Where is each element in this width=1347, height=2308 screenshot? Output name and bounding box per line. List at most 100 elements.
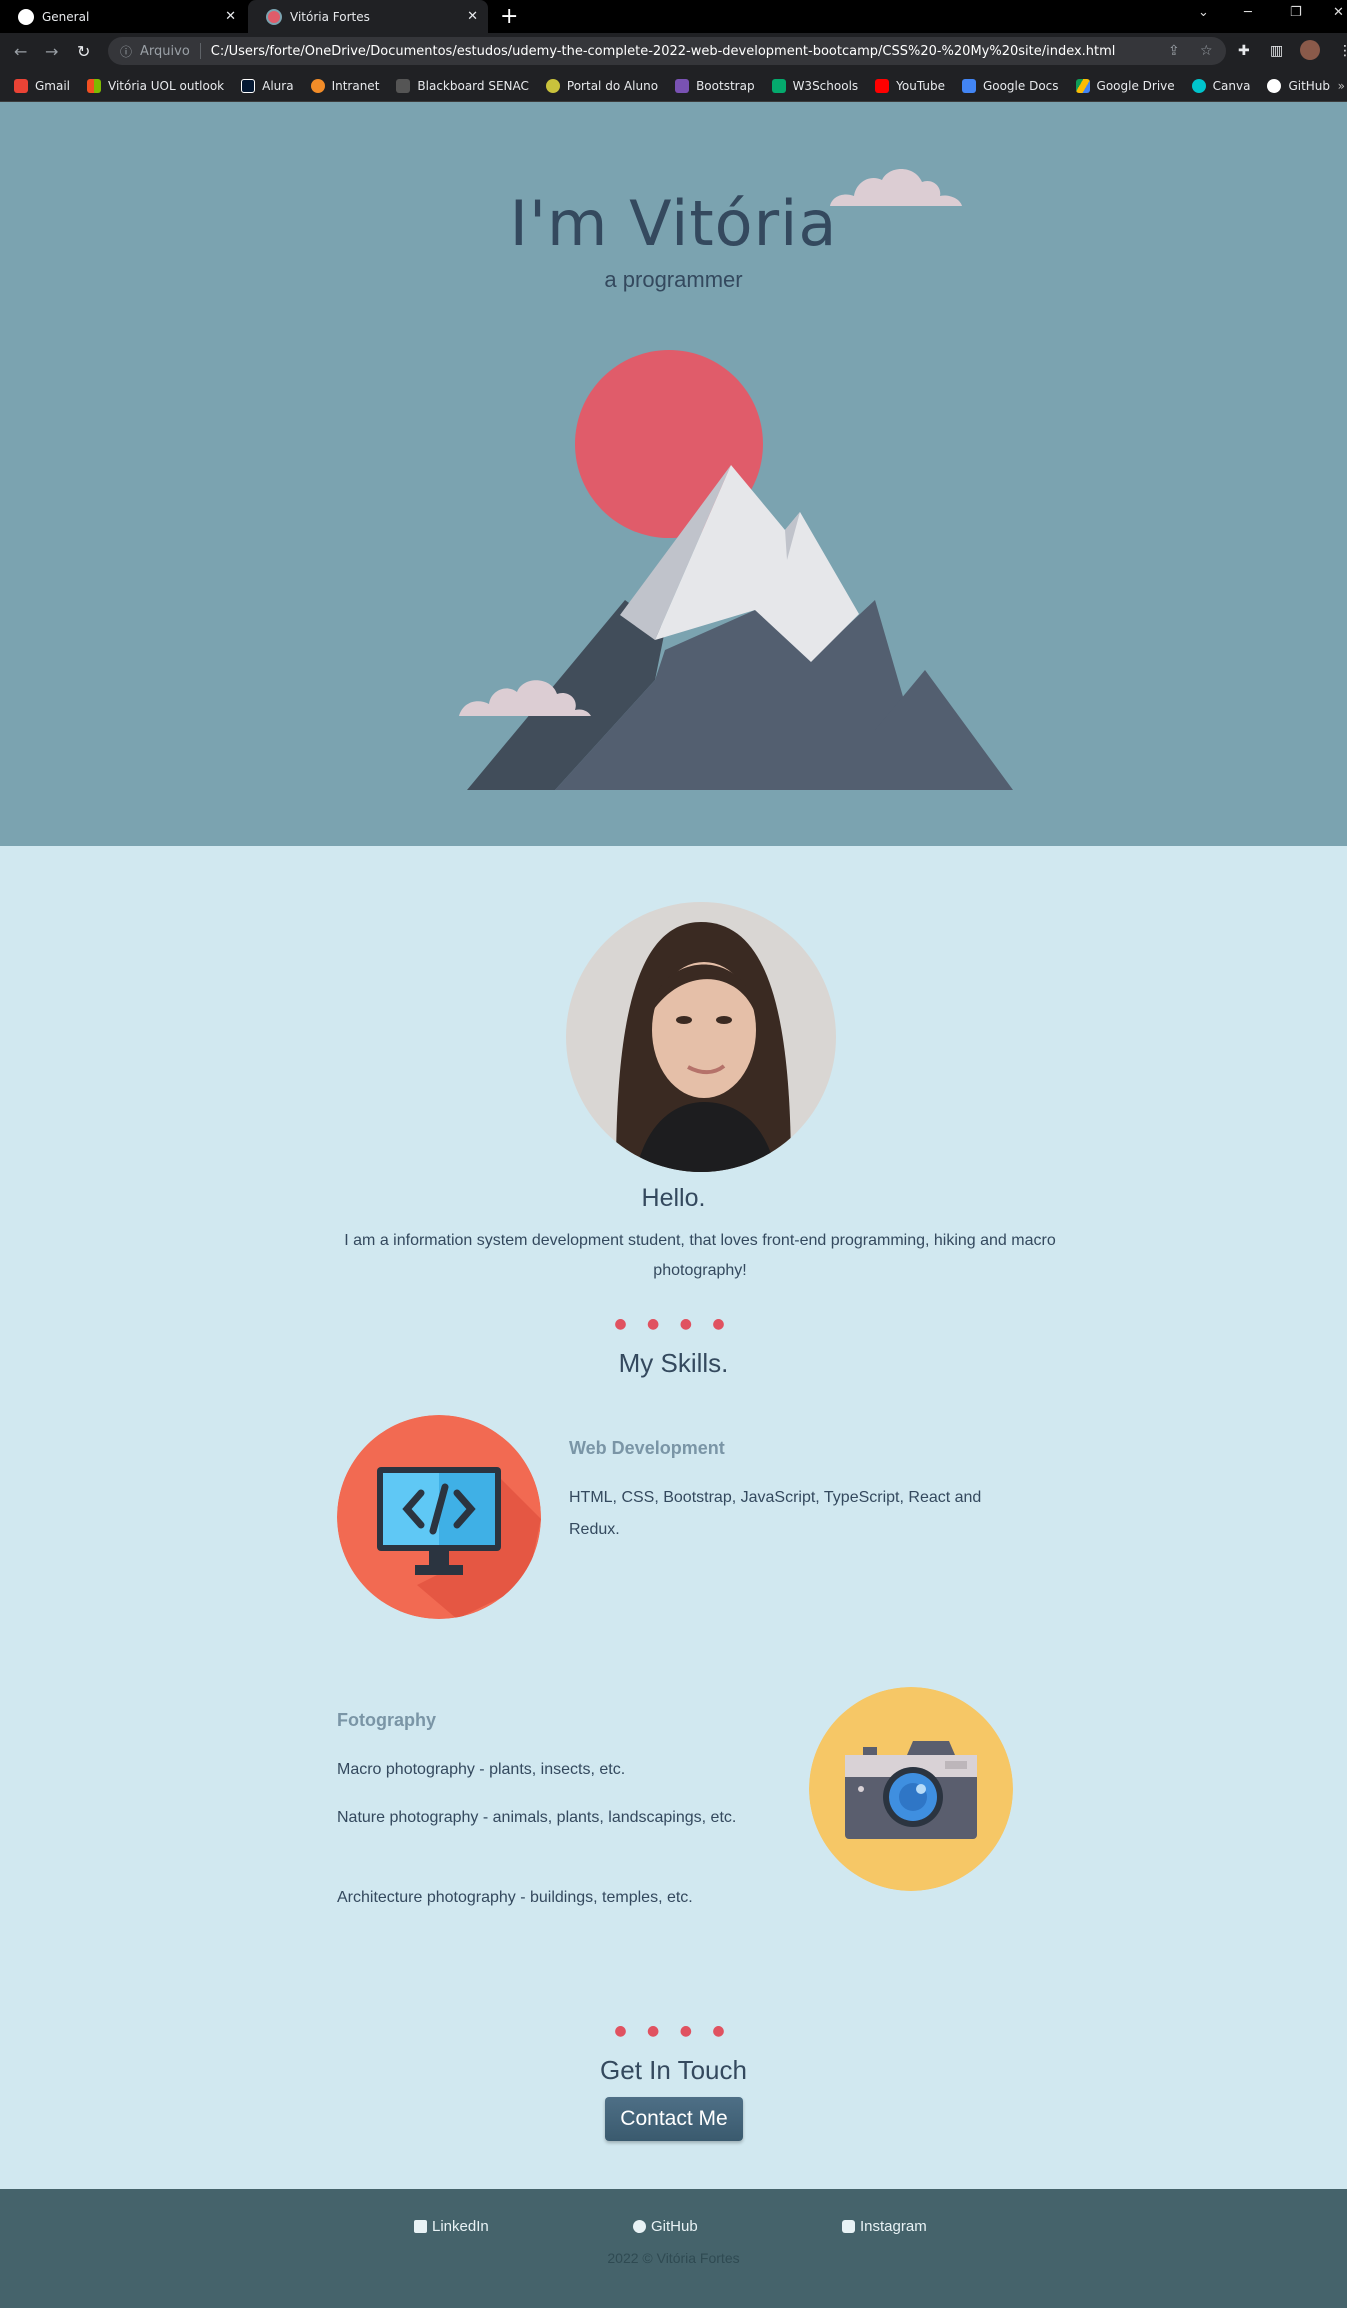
github-icon: [1267, 79, 1282, 93]
bookmark-canva[interactable]: Canva: [1191, 79, 1251, 93]
computer-code-icon: [337, 1415, 541, 1619]
contact-heading: Get In Touch: [600, 2055, 747, 2085]
camera-icon: [809, 1687, 1013, 1891]
footer-link-label: LinkedIn: [432, 2218, 489, 2235]
section-divider-dots: ● ● ● ●: [614, 1316, 733, 1332]
greeting-heading: Hello.: [641, 1184, 706, 1212]
gmail-icon: [14, 79, 28, 93]
profile-avatar[interactable]: [1300, 40, 1320, 60]
restore-button[interactable]: ❐: [1290, 5, 1302, 20]
skill-title-fotography: Fotography: [337, 1710, 436, 1730]
menu-icon[interactable]: ⋮: [1338, 43, 1347, 59]
bookmark-w3schools[interactable]: W3Schools: [771, 79, 859, 93]
github-icon: [18, 8, 34, 25]
bookmark-outlook[interactable]: Vitória UOL outlook: [87, 79, 224, 93]
contact-me-button[interactable]: Contact Me: [605, 2097, 743, 2141]
forward-icon[interactable]: →: [45, 42, 58, 61]
footer-link-label: GitHub: [651, 2218, 698, 2235]
footer-link-linkedin[interactable]: LinkedIn: [414, 2218, 489, 2235]
skill-line-macro: Macro photography - plants, insects, etc…: [337, 1761, 626, 1778]
portal-icon: [545, 79, 560, 93]
linkedin-icon: [414, 2220, 427, 2233]
google-drive-icon: [1075, 79, 1090, 93]
bookmark-star-icon[interactable]: ☆: [1200, 43, 1213, 59]
instagram-icon: [842, 2220, 855, 2233]
bookmark-youtube[interactable]: YouTube: [875, 79, 945, 93]
skill-title-web-development: Web Development: [569, 1438, 725, 1458]
bookmark-bootstrap[interactable]: Bootstrap: [675, 79, 755, 93]
extensions-icon[interactable]: ✚: [1238, 43, 1250, 59]
youtube-icon: [875, 79, 890, 93]
profile-photo: [566, 902, 836, 1172]
github-icon: [633, 2220, 646, 2233]
bookmark-label: Vitória UOL outlook: [108, 79, 225, 93]
tab-general[interactable]: General ✕: [0, 0, 246, 33]
address-bar[interactable]: ⓘ Arquivo C:/Users/forte/OneDrive/Docume…: [108, 37, 1226, 65]
bookmark-alura[interactable]: Alura: [241, 79, 294, 93]
bookmark-label: W3Schools: [792, 79, 859, 93]
url-text[interactable]: C:/Users/forte/OneDrive/Documentos/estud…: [211, 44, 1116, 59]
google-docs-icon: [961, 79, 976, 93]
blackboard-icon: [396, 79, 411, 93]
close-tab-icon[interactable]: ✕: [467, 9, 478, 24]
microsoft-icon: [87, 79, 102, 93]
alura-icon: [241, 79, 256, 93]
skill-line-architecture: Architecture photography - buildings, te…: [337, 1889, 693, 1906]
bookmark-label: Blackboard SENAC: [417, 79, 529, 93]
about-section: Hello. I am a information system develop…: [0, 846, 1347, 2189]
bookmark-label: Bootstrap: [696, 79, 755, 93]
intranet-icon: [310, 79, 325, 93]
back-icon[interactable]: ←: [14, 42, 27, 61]
bootstrap-icon: [675, 79, 690, 93]
tab-search-icon[interactable]: ⌄: [1198, 5, 1209, 20]
w3schools-icon: [771, 79, 786, 93]
bookmark-intranet[interactable]: Intranet: [310, 79, 380, 93]
bookmark-portal[interactable]: Portal do Aluno: [545, 79, 658, 93]
bookmark-blackboard[interactable]: Blackboard SENAC: [396, 79, 529, 93]
bookmark-label: Google Docs: [982, 79, 1059, 93]
skills-heading: My Skills.: [618, 1348, 729, 1378]
browser-toolbar: ← → ↻ ⓘ Arquivo C:/Users/forte/OneDrive/…: [0, 33, 1347, 71]
bookmark-label: Alura: [262, 79, 294, 93]
close-tab-icon[interactable]: ✕: [225, 9, 236, 24]
info-icon[interactable]: ⓘ: [120, 43, 132, 60]
bookmark-label: Gmail: [35, 79, 71, 93]
separator: [199, 43, 201, 59]
copyright-text: 2022 © Vitória Fortes: [607, 2250, 740, 2266]
bookmarks-bar: Gmail Vitória UOL outlook Alura Intranet…: [0, 71, 1347, 102]
bookmark-label: Google Drive: [1096, 79, 1175, 93]
footer-link-github[interactable]: GitHub: [633, 2218, 698, 2235]
bookmark-label: Canva: [1212, 79, 1251, 93]
canva-icon: [1191, 79, 1206, 93]
mountain-illustration: [459, 350, 1013, 790]
hero-title: I'm Vitória: [509, 187, 838, 260]
side-panel-icon[interactable]: ▥: [1270, 43, 1283, 59]
hero-section: I'm Vitória a programmer: [0, 102, 1347, 846]
hero-subtitle: a programmer: [604, 267, 743, 292]
footer: LinkedIn GitHub Instagram 2022 © Vitória…: [0, 2189, 1347, 2308]
skill-line-nature: Nature photography - animals, plants, la…: [337, 1809, 737, 1826]
footer-link-label: Instagram: [860, 2218, 927, 2235]
close-window-button[interactable]: ✕: [1333, 5, 1344, 20]
site-favicon-icon: [266, 8, 282, 25]
intro-paragraph: I am a information system development st…: [344, 1232, 1056, 1279]
browser-tab-strip: General ✕ Vitória Fortes ✕ + ⌄ ─ ❐ ✕: [0, 0, 1347, 33]
section-divider-dots: ● ● ● ●: [614, 2023, 733, 2039]
skill-description: HTML, CSS, Bootstrap, JavaScript, TypeSc…: [569, 1489, 982, 1538]
bookmark-gmail[interactable]: Gmail: [14, 79, 70, 93]
more-bookmarks-icon[interactable]: »: [1338, 79, 1345, 93]
bookmark-label: GitHub: [1288, 79, 1331, 93]
reload-icon[interactable]: ↻: [77, 42, 90, 61]
bookmark-label: YouTube: [896, 79, 945, 93]
new-tab-button[interactable]: +: [500, 4, 518, 29]
bookmark-google-docs[interactable]: Google Docs: [961, 79, 1059, 93]
security-label: Arquivo: [140, 43, 190, 59]
footer-link-instagram[interactable]: Instagram: [842, 2218, 927, 2235]
bookmark-google-drive[interactable]: Google Drive: [1075, 79, 1175, 93]
tab-title: General: [42, 9, 90, 24]
tab-vitoria-fortes[interactable]: Vitória Fortes ✕: [248, 0, 488, 33]
bookmark-github[interactable]: GitHub: [1267, 79, 1330, 93]
bookmark-label: Intranet: [331, 79, 380, 93]
minimize-button[interactable]: ─: [1244, 5, 1252, 20]
share-icon[interactable]: ⇪: [1168, 43, 1180, 59]
